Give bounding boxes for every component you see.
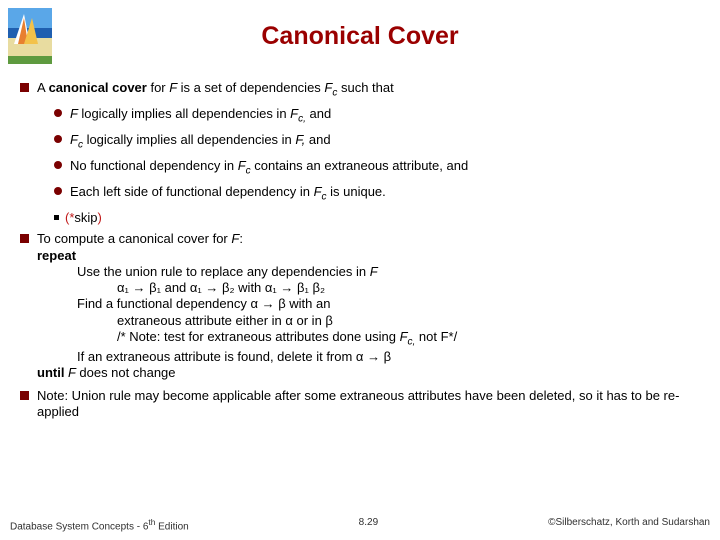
- footer-right: ©Silberschatz, Korth and Sudarshan: [548, 517, 710, 532]
- t: If an extraneous attribute is found, del…: [77, 349, 391, 364]
- bullet-3: Note: Union rule may become applicable a…: [20, 388, 700, 421]
- t: c,: [298, 114, 306, 125]
- sub-2: Fc logically implies all dependencies in…: [54, 132, 700, 152]
- t: skip: [74, 210, 97, 225]
- sub-1-text: F logically implies all dependencies in …: [70, 106, 700, 126]
- t: F: [290, 106, 298, 121]
- sub-3: No functional dependency in Fc contains …: [54, 158, 700, 178]
- t: F: [169, 80, 180, 95]
- t: not F*/: [415, 329, 457, 344]
- t: :: [239, 231, 243, 246]
- square-bullet-icon: [20, 391, 29, 400]
- t: To compute a canonical cover for: [37, 231, 231, 246]
- t: Database System Concepts - 6: [10, 521, 148, 532]
- sub-2-text: Fc logically implies all dependencies in…: [70, 132, 700, 152]
- square-bullet-icon: [20, 234, 29, 243]
- t: contains an extraneous attribute, and: [251, 158, 469, 173]
- square-bullet-icon: [20, 83, 29, 92]
- t: No functional dependency in: [70, 158, 238, 173]
- t: until: [37, 365, 64, 380]
- t: ): [98, 210, 102, 225]
- t: Edition: [155, 521, 188, 532]
- t: canonical cover: [49, 80, 151, 95]
- footer-center: 8.29: [359, 517, 378, 532]
- slide-footer: Database System Concepts - 6th Edition 8…: [10, 517, 710, 532]
- t: A: [37, 80, 49, 95]
- footer-left: Database System Concepts - 6th Edition: [10, 517, 189, 532]
- circle-bullet-icon: [54, 109, 62, 117]
- t: logically implies all dependencies in: [81, 106, 290, 121]
- t: /* Note: test for extraneous attributes …: [117, 329, 400, 344]
- t: F: [70, 106, 81, 121]
- t: extraneous attribute either in α or in β: [117, 313, 333, 328]
- t: F: [400, 329, 408, 344]
- sub-4: Each left side of functional dependency …: [54, 184, 700, 204]
- t: Each left side of functional dependency …: [70, 184, 314, 199]
- t: F,: [295, 132, 309, 147]
- t: is a set of dependencies: [181, 80, 325, 95]
- t: is unique.: [327, 184, 386, 199]
- t: F: [314, 184, 322, 199]
- bullet-2-text: To compute a canonical cover for F: repe…: [37, 231, 700, 381]
- bullet-3-text: Note: Union rule may become applicable a…: [37, 388, 700, 421]
- t: for: [150, 80, 169, 95]
- t: F: [64, 365, 79, 380]
- sub-4-text: Each left side of functional dependency …: [70, 184, 700, 204]
- skip-note: (*skip): [54, 210, 700, 225]
- sub-1: F logically implies all dependencies in …: [54, 106, 700, 126]
- t: logically implies all dependencies in: [83, 132, 295, 147]
- t: and: [306, 106, 331, 121]
- t: Find a functional dependency α → β with …: [77, 296, 330, 311]
- t: and: [309, 132, 331, 147]
- small-square-icon: [54, 215, 59, 220]
- t: does not change: [79, 365, 175, 380]
- t: F: [238, 158, 246, 173]
- bullet-1-text: A canonical cover for F is a set of depe…: [37, 80, 700, 100]
- slide-content: A canonical cover for F is a set of depe…: [20, 80, 700, 426]
- slide-title: Canonical Cover: [0, 0, 720, 51]
- circle-bullet-icon: [54, 161, 62, 169]
- slide-logo: [8, 8, 52, 64]
- sub-3-text: No functional dependency in Fc contains …: [70, 158, 700, 178]
- t: Use the union rule to replace any depend…: [77, 264, 370, 279]
- t: α₁ → β₁ and α₁ → β₂ with α₁ → β₁ β₂: [117, 280, 325, 295]
- bullet-2: To compute a canonical cover for F: repe…: [20, 231, 700, 381]
- circle-bullet-icon: [54, 187, 62, 195]
- t: F: [370, 264, 378, 279]
- t: repeat: [37, 248, 76, 263]
- t: (*: [65, 210, 74, 225]
- circle-bullet-icon: [54, 135, 62, 143]
- bullet-1: A canonical cover for F is a set of depe…: [20, 80, 700, 100]
- t: F: [70, 132, 78, 147]
- t: such that: [337, 80, 393, 95]
